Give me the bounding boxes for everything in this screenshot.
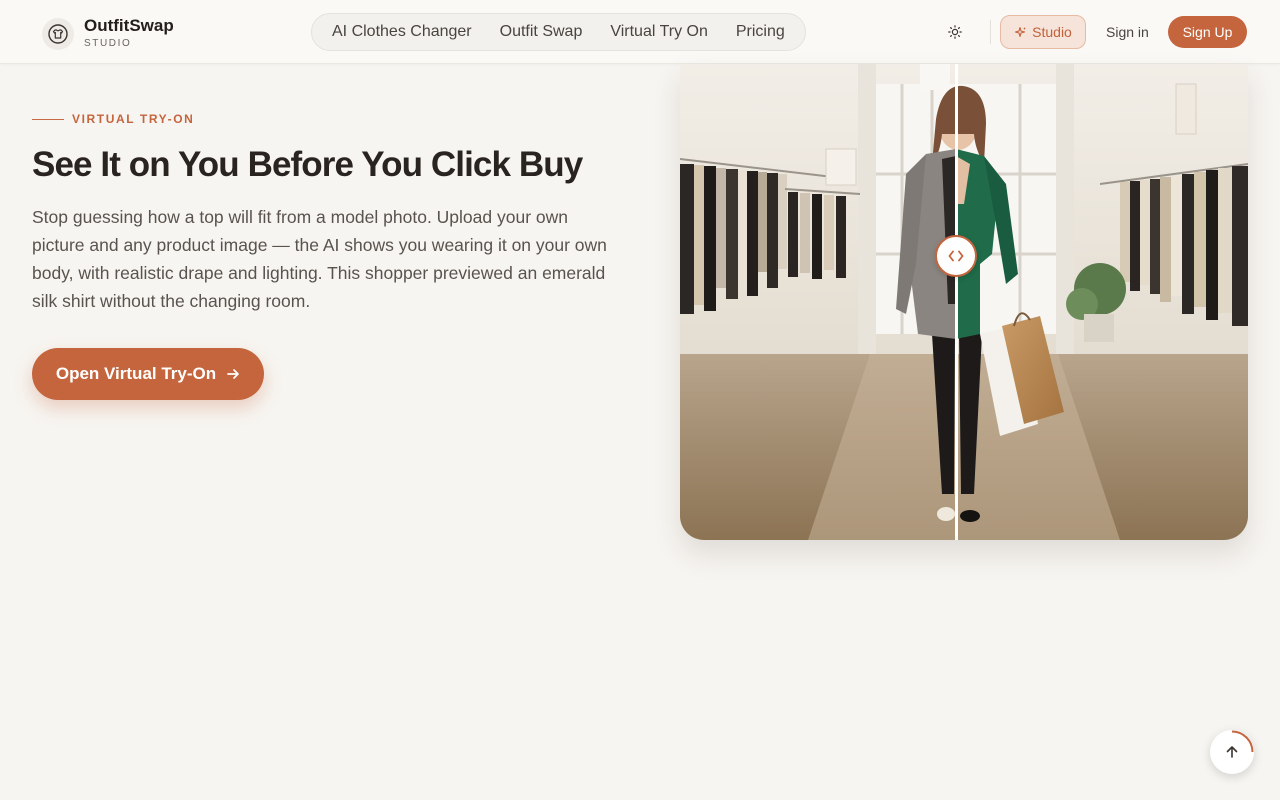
studio-button[interactable]: Studio: [1000, 15, 1086, 49]
before-after-comparison[interactable]: [680, 64, 1248, 540]
nav-item-outfit-swap[interactable]: Outfit Swap: [486, 13, 597, 51]
hero-description: Stop guessing how a top will fit from a …: [32, 207, 607, 311]
brand-name: OutfitSwap: [84, 16, 174, 35]
open-virtual-try-on-button[interactable]: Open Virtual Try-On: [32, 348, 264, 400]
compare-slider-handle[interactable]: [935, 235, 977, 277]
brand-subtitle: STUDIO: [84, 38, 132, 49]
nav-item-virtual-try-on[interactable]: Virtual Try On: [596, 13, 722, 51]
scroll-progress-ring: [1231, 730, 1254, 753]
tshirt-icon: [42, 17, 74, 50]
nav-item-ai-clothes-changer[interactable]: AI Clothes Changer: [318, 13, 486, 51]
hero-title: See It on You Before You Click Buy: [32, 145, 583, 184]
brand-logo[interactable]: OutfitSwap STUDIO: [42, 16, 174, 51]
arrow-right-icon: [227, 369, 239, 379]
eyebrow-label: VIRTUAL TRY-ON: [72, 112, 195, 126]
back-to-top-button[interactable]: [1210, 730, 1254, 774]
nav-item-pricing[interactable]: Pricing: [722, 13, 799, 51]
signup-label: Sign Up: [1182, 24, 1233, 40]
header-divider: [990, 20, 991, 44]
cta-label: Open Virtual Try-On: [55, 364, 217, 383]
signup-button[interactable]: Sign Up: [1168, 16, 1247, 48]
site-header: OutfitSwap STUDIO AI Clothes Changer Out…: [0, 0, 1280, 64]
store-photo: [680, 64, 1248, 540]
eyebrow-rule: [32, 118, 64, 120]
sparkles-icon: [1015, 26, 1027, 37]
chevrons-left-right-icon: [948, 250, 964, 262]
theme-toggle-button[interactable]: [944, 21, 966, 43]
main-nav: AI Clothes Changer Outfit Swap Virtual T…: [311, 13, 806, 51]
sun-icon: [948, 25, 962, 39]
signin-link[interactable]: Sign in: [1106, 24, 1149, 40]
studio-label: Studio: [1032, 24, 1072, 40]
section-eyebrow: VIRTUAL TRY-ON: [32, 112, 194, 126]
